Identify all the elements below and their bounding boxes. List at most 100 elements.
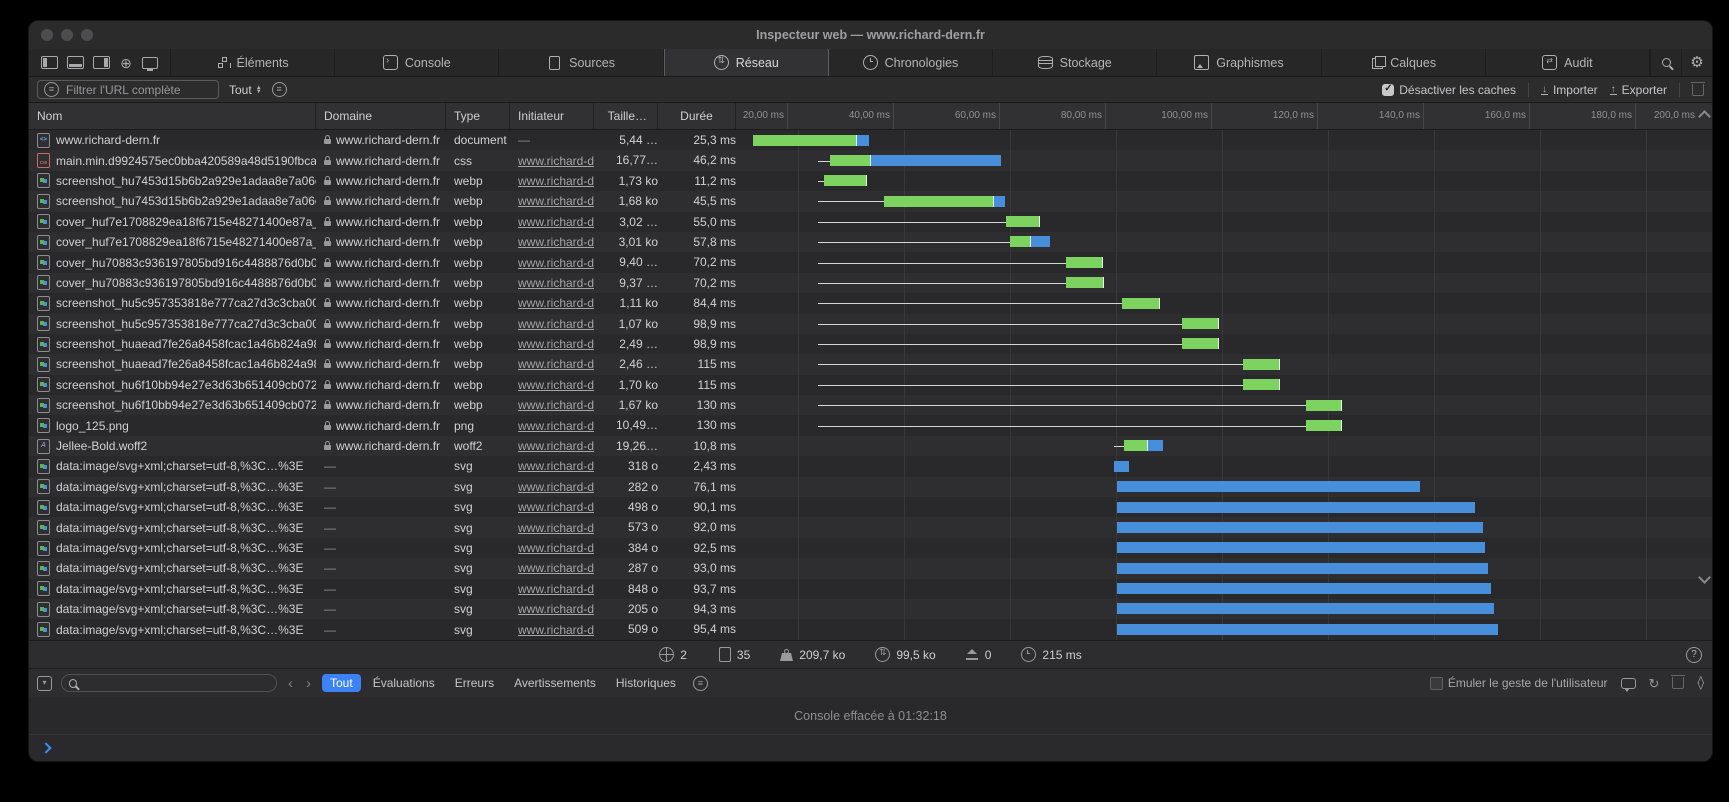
resource-initiator[interactable]: www.richard-d…: [518, 215, 594, 229]
import-button[interactable]: ↓ Importer: [1541, 83, 1598, 97]
column-header-name[interactable]: Nom: [29, 103, 316, 129]
table-row[interactable]: data:image/svg+xml;charset=utf-8,%3C…%3E…: [29, 558, 1712, 578]
resource-initiator[interactable]: www.richard-d…: [518, 602, 594, 616]
resource-initiator[interactable]: www.richard-d…: [518, 194, 594, 208]
table-row[interactable]: data:image/svg+xml;charset=utf-8,%3C…%3E…: [29, 538, 1712, 558]
table-row[interactable]: data:image/svg+xml;charset=utf-8,%3C…%3E…: [29, 599, 1712, 619]
resource-initiator[interactable]: www.richard-d…: [518, 439, 594, 453]
resource-initiator[interactable]: www.richard-d…: [518, 480, 594, 494]
resource-initiator[interactable]: www.richard-d…: [518, 235, 594, 249]
url-filter-input[interactable]: [64, 82, 212, 98]
tab-graphics[interactable]: Graphismes: [1157, 49, 1321, 76]
column-header-domain[interactable]: Domaine: [316, 103, 446, 129]
resource-initiator[interactable]: —: [518, 133, 530, 147]
emulate-user-gesture-checkbox[interactable]: Émuler le geste de l'utilisateur: [1430, 676, 1608, 690]
console-search-input[interactable]: [82, 676, 269, 690]
table-row[interactable]: cover_hu70883c936197805bd916c4488876d0b0…: [29, 273, 1712, 293]
settings-tab-button[interactable]: ⚙: [1681, 49, 1712, 76]
resource-initiator[interactable]: www.richard-d…: [518, 276, 594, 290]
resource-initiator[interactable]: www.richard-d…: [518, 541, 594, 555]
clear-console-icon[interactable]: [1672, 677, 1684, 689]
resource-initiator[interactable]: www.richard-d…: [518, 398, 594, 412]
tab-timelines[interactable]: Chronologies: [829, 49, 993, 76]
scroll-up-icon[interactable]: [1698, 110, 1711, 123]
reload-icon[interactable]: ↻: [1649, 677, 1660, 690]
table-row[interactable]: cover_huf7e1708829ea18f6715e48271400e87a…: [29, 212, 1712, 232]
console-tab-erreurs[interactable]: Erreurs: [447, 674, 502, 692]
table-row[interactable]: www.richard-dern.fr www.richard-dern.fr …: [29, 130, 1712, 150]
resource-initiator[interactable]: www.richard-d…: [518, 337, 594, 351]
resource-initiator[interactable]: www.richard-d…: [518, 623, 594, 637]
filter-options-icon[interactable]: ≡: [272, 82, 287, 97]
elements-icon: [217, 56, 230, 69]
console-prompt-row[interactable]: [29, 735, 1712, 761]
search-tab-button[interactable]: [1650, 49, 1681, 76]
console-messages-icon[interactable]: [1621, 678, 1636, 689]
tab-network[interactable]: Réseau: [664, 48, 829, 76]
resource-initiator[interactable]: www.richard-d…: [518, 500, 594, 514]
table-row[interactable]: cover_hu70883c936197805bd916c4488876d0b0…: [29, 252, 1712, 272]
next-result-button[interactable]: ›: [304, 676, 313, 691]
table-row[interactable]: screenshot_hu5c957353818e777ca27d3c3cba0…: [29, 293, 1712, 313]
column-header-initiator[interactable]: Initiateur: [510, 103, 594, 129]
resource-initiator[interactable]: www.richard-d…: [518, 256, 594, 270]
element-picker-icon[interactable]: ⊕: [119, 56, 133, 70]
console-tab-tout[interactable]: Tout: [322, 674, 361, 692]
console-tab-historiques[interactable]: Historiques: [608, 674, 684, 692]
url-filter-field[interactable]: ≡: [37, 80, 219, 99]
resource-initiator[interactable]: www.richard-d…: [518, 561, 594, 575]
tab-console[interactable]: Console: [335, 49, 499, 76]
table-row[interactable]: Jellee-Bold.woff2 www.richard-dern.fr wo…: [29, 436, 1712, 456]
resource-initiator[interactable]: www.richard-d…: [518, 357, 594, 371]
resource-initiator[interactable]: www.richard-d…: [518, 174, 594, 188]
previous-result-button[interactable]: ‹: [286, 676, 295, 691]
resource-initiator[interactable]: www.richard-d…: [518, 154, 594, 168]
tab-storage[interactable]: Stockage: [993, 49, 1157, 76]
table-row[interactable]: data:image/svg+xml;charset=utf-8,%3C…%3E…: [29, 579, 1712, 599]
tab-audit[interactable]: Audit: [1486, 49, 1650, 76]
console-scope-icon[interactable]: ▾: [37, 676, 52, 691]
disable-caches-checkbox[interactable]: Désactiver les caches: [1382, 83, 1516, 97]
table-row[interactable]: data:image/svg+xml;charset=utf-8,%3C…%3E…: [29, 456, 1712, 476]
table-row[interactable]: main.min.d9924575ec0bba420589a48d5190fbc…: [29, 150, 1712, 170]
export-button[interactable]: ↑ Exporter: [1610, 83, 1667, 97]
resource-initiator[interactable]: www.richard-d…: [518, 378, 594, 392]
tab-sources[interactable]: Sources: [499, 49, 663, 76]
table-row[interactable]: logo_125.png www.richard-dern.fr png www…: [29, 415, 1712, 435]
column-header-type[interactable]: Type: [446, 103, 510, 129]
table-row[interactable]: data:image/svg+xml;charset=utf-8,%3C…%3E…: [29, 517, 1712, 537]
device-settings-icon[interactable]: [142, 57, 158, 69]
table-row[interactable]: cover_huf7e1708829ea18f6715e48271400e87a…: [29, 232, 1712, 252]
resource-initiator[interactable]: www.richard-d…: [518, 419, 594, 433]
tab-layers[interactable]: Calques: [1322, 49, 1486, 76]
console-search-field[interactable]: [61, 674, 277, 692]
table-row[interactable]: screenshot_huaead7fe26a8458fcac1a46b824a…: [29, 354, 1712, 374]
table-row[interactable]: data:image/svg+xml;charset=utf-8,%3C…%3E…: [29, 497, 1712, 517]
table-row[interactable]: screenshot_hu7453d15b6b2a929e1adaa8e7a06…: [29, 171, 1712, 191]
collapse-console-icon[interactable]: ⋀⋁: [1697, 677, 1704, 689]
dock-bottom-icon[interactable]: [67, 56, 84, 69]
table-row[interactable]: screenshot_hu6f10bb94e27e3d63b651409cb07…: [29, 395, 1712, 415]
table-row[interactable]: data:image/svg+xml;charset=utf-8,%3C…%3E…: [29, 619, 1712, 639]
resource-initiator[interactable]: www.richard-d…: [518, 317, 594, 331]
dock-right-icon[interactable]: [93, 56, 110, 69]
dock-left-icon[interactable]: [41, 56, 58, 69]
resource-initiator[interactable]: www.richard-d…: [518, 582, 594, 596]
clear-network-items-icon[interactable]: [1692, 84, 1704, 96]
table-row[interactable]: screenshot_hu5c957353818e777ca27d3c3cba0…: [29, 314, 1712, 334]
table-row[interactable]: screenshot_hu6f10bb94e27e3d63b651409cb07…: [29, 375, 1712, 395]
resource-initiator[interactable]: www.richard-d…: [518, 521, 594, 535]
table-row[interactable]: screenshot_hu7453d15b6b2a929e1adaa8e7a06…: [29, 191, 1712, 211]
column-header-duration[interactable]: Durée: [658, 103, 736, 129]
tab-elements[interactable]: Éléments: [171, 49, 335, 76]
resource-initiator[interactable]: www.richard-d…: [518, 296, 594, 310]
column-header-size[interactable]: Taille…: [594, 103, 658, 129]
table-row[interactable]: screenshot_huaead7fe26a8458fcac1a46b824a…: [29, 334, 1712, 354]
table-row[interactable]: data:image/svg+xml;charset=utf-8,%3C…%3E…: [29, 477, 1712, 497]
resource-type-select[interactable]: Tout ▲▼: [229, 83, 262, 97]
console-tab-avertissements[interactable]: Avertissements: [506, 674, 604, 692]
resource-initiator[interactable]: www.richard-d…: [518, 459, 594, 473]
console-filter-icon[interactable]: ≡: [693, 676, 708, 691]
console-tab-évaluations[interactable]: Évaluations: [365, 674, 443, 692]
help-icon[interactable]: ?: [1686, 647, 1702, 663]
